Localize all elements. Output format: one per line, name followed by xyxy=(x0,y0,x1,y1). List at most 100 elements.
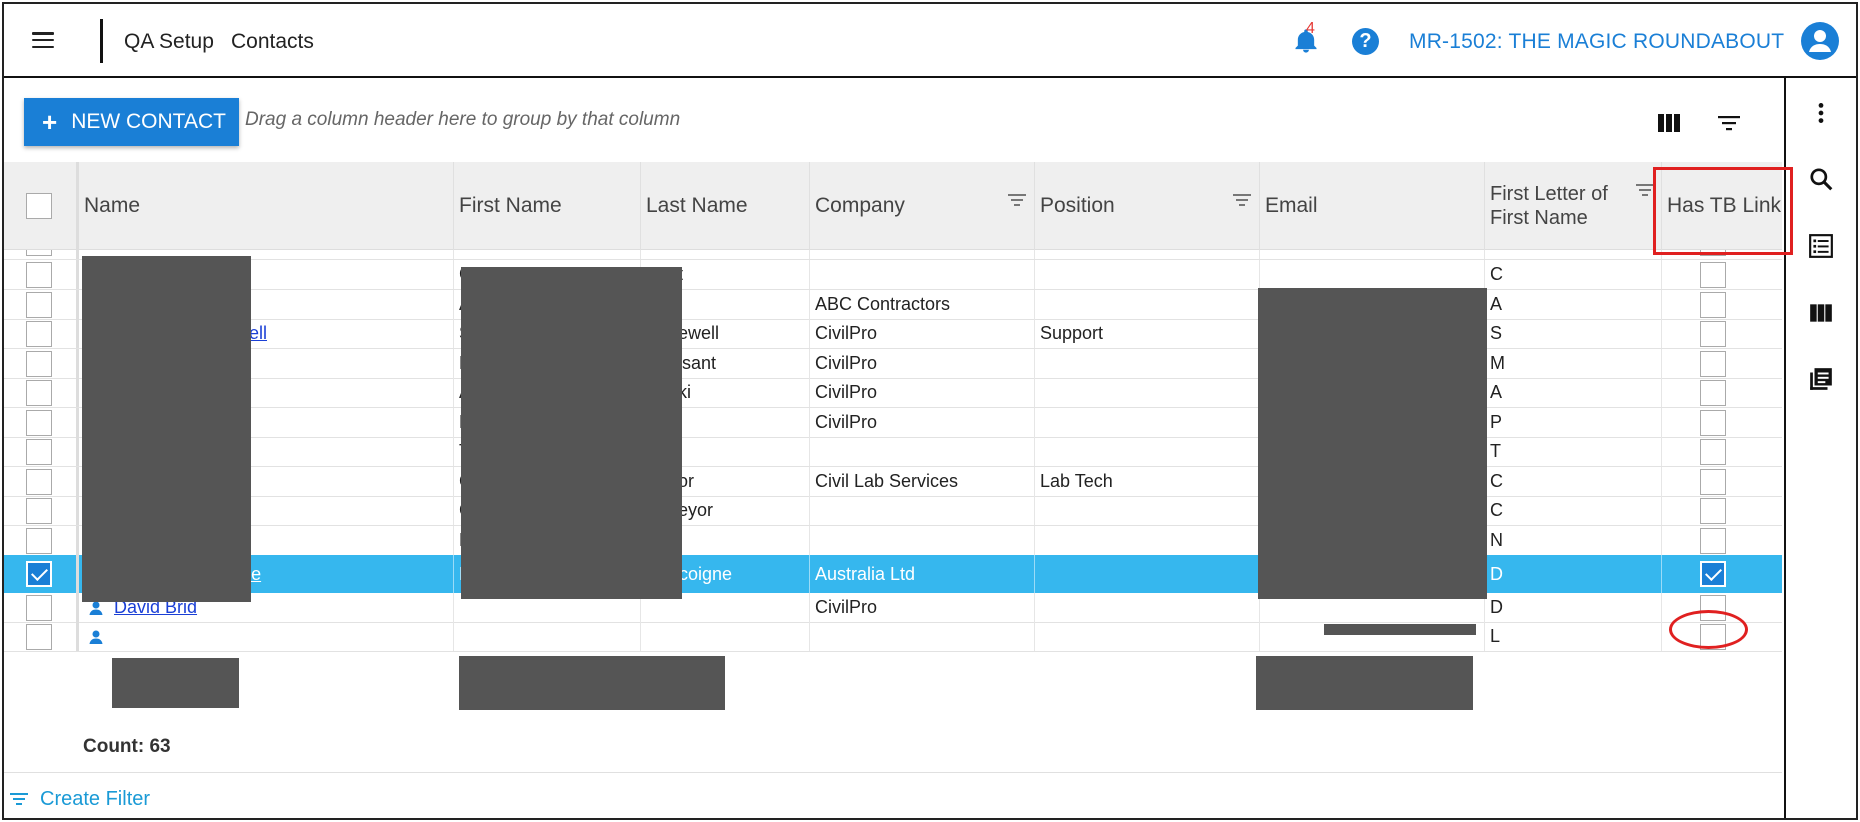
header-first-letter-line1: First Letter of xyxy=(1490,183,1608,205)
row-checkbox[interactable] xyxy=(26,624,52,650)
row-select-cell xyxy=(4,622,79,651)
header-company[interactable]: Company xyxy=(810,162,1035,250)
row-checkbox[interactable] xyxy=(26,595,52,621)
company-cell xyxy=(810,250,1035,259)
table-row[interactable]: CeyorC xyxy=(4,496,1782,526)
table-row[interactable]: ellSewellCivilProSupportS xyxy=(4,319,1782,349)
has-tb-link-checkbox[interactable] xyxy=(1700,469,1726,495)
breadcrumb-qa-setup[interactable]: QA Setup xyxy=(124,30,214,54)
table-row[interactable]: CtC xyxy=(4,260,1782,290)
company-cell xyxy=(810,496,1035,525)
table-row[interactable]: David Brid CivilPro D xyxy=(4,593,1782,623)
has-tb-link-cell xyxy=(1662,467,1782,496)
has-tb-link-checkbox[interactable] xyxy=(1700,292,1726,318)
header-name[interactable]: Name xyxy=(79,162,454,250)
row-select-cell xyxy=(4,260,79,289)
list-view-icon[interactable] xyxy=(1808,233,1834,259)
new-contact-button[interactable]: + NEW CONTACT xyxy=(24,98,239,146)
filter-icon[interactable] xyxy=(1717,114,1741,132)
select-all-checkbox[interactable] xyxy=(26,193,52,219)
row-checkbox[interactable] xyxy=(26,250,52,256)
header-first-name[interactable]: First Name xyxy=(454,162,641,250)
table-row[interactable]: AkiCivilProA xyxy=(4,378,1782,408)
header-last-name[interactable]: Last Name xyxy=(641,162,810,250)
row-checkbox[interactable] xyxy=(26,528,52,554)
row-checkbox[interactable] xyxy=(26,410,52,436)
first-letter-filter-icon[interactable] xyxy=(1636,184,1654,198)
company-cell: CivilPro xyxy=(810,408,1035,437)
library-icon[interactable] xyxy=(1808,366,1834,392)
user-avatar-icon[interactable] xyxy=(1801,22,1839,60)
menu-icon[interactable] xyxy=(32,32,54,48)
has-tb-link-cell xyxy=(1662,260,1782,289)
letter-cell: D xyxy=(1485,555,1662,593)
company-cell: ABC Contractors xyxy=(810,290,1035,319)
row-checkbox[interactable] xyxy=(26,380,52,406)
column-chooser-icon[interactable] xyxy=(1658,114,1680,132)
table-row[interactable]: TT xyxy=(4,437,1782,467)
row-checkbox[interactable] xyxy=(26,292,52,318)
project-selector[interactable]: MR-1502: THE MAGIC ROUNDABOUT xyxy=(1409,30,1784,54)
grid-body: CtCAABC ContractorsAellSewellCivilProSup… xyxy=(4,250,1782,720)
has-tb-link-checkbox[interactable] xyxy=(1700,439,1726,465)
email-cell xyxy=(1260,250,1485,259)
position-cell xyxy=(1035,555,1260,593)
breadcrumb-contacts: Contacts xyxy=(231,30,314,53)
redaction-block xyxy=(1258,288,1487,599)
filter-icon xyxy=(10,792,28,807)
right-side-panel xyxy=(1784,78,1856,818)
has-tb-link-checkbox[interactable] xyxy=(1700,262,1726,288)
redaction-block xyxy=(1324,624,1476,635)
header-email[interactable]: Email xyxy=(1260,162,1485,250)
table-row[interactable]: MisantCivilProM xyxy=(4,349,1782,379)
table-row[interactable]: CorCivil Lab ServicesLab TechC xyxy=(4,467,1782,497)
divider xyxy=(100,19,103,63)
has-tb-link-checkbox[interactable] xyxy=(1700,321,1726,347)
plus-icon: + xyxy=(42,107,58,137)
table-row[interactable]: PCivilProP xyxy=(4,408,1782,438)
position-cell: Support xyxy=(1035,319,1260,348)
has-tb-link-checkbox[interactable] xyxy=(1700,410,1726,436)
row-checkbox[interactable] xyxy=(26,561,52,587)
has-tb-link-checkbox[interactable] xyxy=(1700,380,1726,406)
has-tb-link-cell xyxy=(1662,526,1782,555)
contact-name-link[interactable]: ell xyxy=(249,323,267,344)
has-tb-link-checkbox[interactable] xyxy=(1700,561,1726,587)
redaction-block xyxy=(112,658,239,708)
table-row[interactable]: AABC ContractorsA xyxy=(4,290,1782,320)
more-vert-icon[interactable] xyxy=(1808,100,1834,126)
header-position-label: Position xyxy=(1040,194,1115,217)
row-checkbox[interactable] xyxy=(26,351,52,377)
table-row[interactable]: L xyxy=(4,622,1782,652)
row-checkbox[interactable] xyxy=(26,262,52,288)
header-first-letter[interactable]: First Letter of First Name xyxy=(1485,162,1662,250)
position-cell xyxy=(1035,622,1260,651)
table-row[interactable]: Dennis GascoigneDennisGascoigneAustralia… xyxy=(4,555,1782,593)
letter-cell: A xyxy=(1485,378,1662,407)
company-filter-icon[interactable] xyxy=(1008,194,1026,208)
letter-cell: C xyxy=(1485,467,1662,496)
row-checkbox[interactable] xyxy=(26,321,52,347)
row-checkbox[interactable] xyxy=(26,439,52,465)
has-tb-link-checkbox[interactable] xyxy=(1700,528,1726,554)
header-position[interactable]: Position xyxy=(1035,162,1260,250)
help-icon[interactable]: ? xyxy=(1352,28,1379,55)
has-tb-link-checkbox[interactable] xyxy=(1700,498,1726,524)
letter-cell: A xyxy=(1485,290,1662,319)
position-filter-icon[interactable] xyxy=(1233,194,1251,208)
columns-icon[interactable] xyxy=(1808,300,1834,326)
row-select-cell xyxy=(4,593,79,622)
table-row[interactable]: NN xyxy=(4,526,1782,556)
position-cell xyxy=(1035,408,1260,437)
search-icon[interactable] xyxy=(1808,166,1834,192)
position-cell xyxy=(1035,250,1260,259)
has-tb-link-cell xyxy=(1662,408,1782,437)
table-row[interactable] xyxy=(4,250,1782,260)
row-checkbox[interactable] xyxy=(26,469,52,495)
company-cell xyxy=(810,622,1035,651)
has-tb-link-checkbox[interactable] xyxy=(1700,351,1726,377)
letter-cell: N xyxy=(1485,526,1662,555)
create-filter-link[interactable]: Create Filter xyxy=(10,788,150,811)
position-cell: Lab Tech xyxy=(1035,467,1260,496)
row-checkbox[interactable] xyxy=(26,498,52,524)
